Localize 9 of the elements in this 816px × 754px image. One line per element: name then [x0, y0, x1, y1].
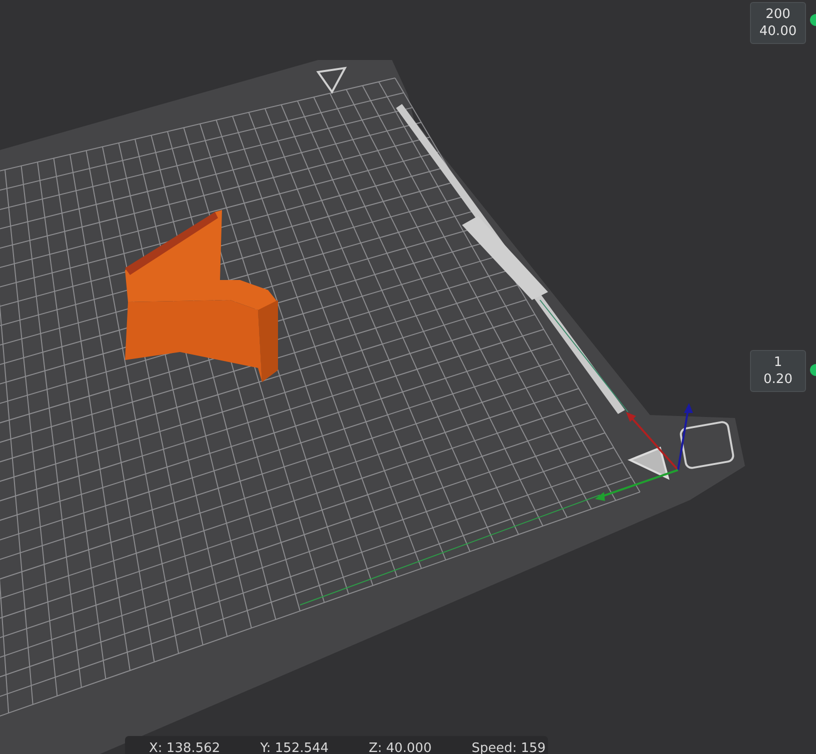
layer-number: 200: [766, 6, 790, 23]
printed-model-drawing[interactable]: [125, 210, 278, 382]
status-value: Y: 152.544: [260, 740, 329, 754]
status-value: Speed: 159: [472, 740, 546, 754]
layer-number: 1: [774, 354, 782, 371]
status-value: X: 138.562: [149, 740, 220, 754]
layer-height: 40.00: [759, 23, 797, 40]
status-value: Z: 40.000: [368, 740, 432, 754]
layer-height: 0.20: [764, 371, 792, 388]
